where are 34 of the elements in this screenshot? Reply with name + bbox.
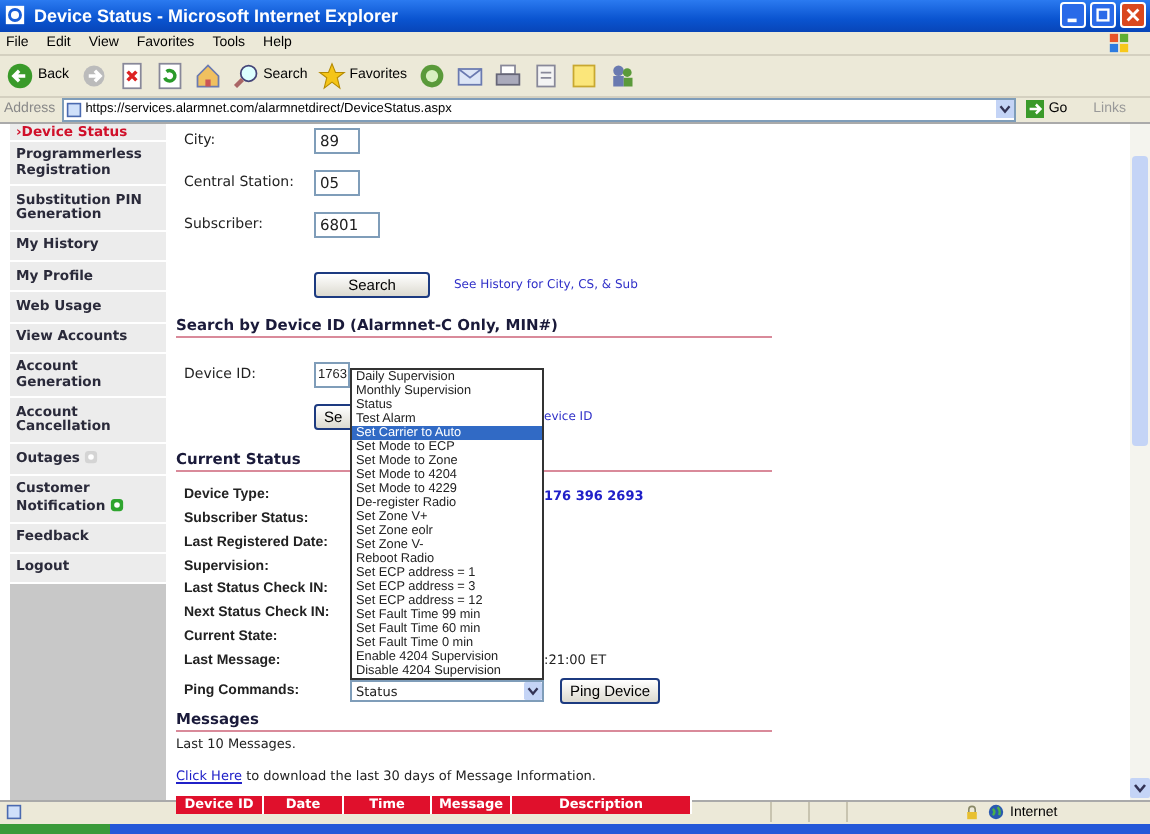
refresh-icon <box>155 61 184 90</box>
maximize-button[interactable] <box>1090 2 1116 29</box>
discuss-button[interactable] <box>569 61 598 90</box>
scroll-down-icon[interactable] <box>1130 777 1150 798</box>
maximize-icon <box>1094 6 1112 25</box>
printer-icon <box>493 61 522 90</box>
messenger-button[interactable] <box>607 61 636 90</box>
page-icon <box>65 101 82 118</box>
search-icon <box>231 61 260 90</box>
page-cross-icon <box>117 61 146 90</box>
globe-icon <box>988 804 1004 821</box>
refresh-button[interactable] <box>155 61 184 90</box>
page-icon <box>6 804 22 821</box>
house-icon <box>193 61 222 90</box>
windows-flag-icon <box>1108 32 1130 55</box>
forward-button[interactable] <box>79 61 108 90</box>
star-icon <box>317 61 346 90</box>
note-icon <box>569 61 598 90</box>
close-icon <box>1124 6 1142 25</box>
dropdown-arrow-icon <box>996 100 1015 119</box>
dropdown-arrow-icon <box>524 682 542 701</box>
start-button[interactable] <box>0 823 110 834</box>
scroll-thumb[interactable] <box>1132 155 1148 446</box>
page-icon <box>531 61 560 90</box>
people-icon <box>607 61 636 90</box>
edit-button[interactable] <box>531 61 560 90</box>
minimize-button[interactable] <box>1060 2 1086 29</box>
stop-button[interactable] <box>117 61 146 90</box>
scrollbar[interactable] <box>1130 123 1150 800</box>
lock-icon <box>964 804 980 821</box>
print-button[interactable] <box>493 61 522 90</box>
close-button[interactable] <box>1120 2 1146 29</box>
window-title: Device Status - Microsoft Internet Explorer <box>34 5 401 26</box>
home-button[interactable] <box>193 61 222 90</box>
